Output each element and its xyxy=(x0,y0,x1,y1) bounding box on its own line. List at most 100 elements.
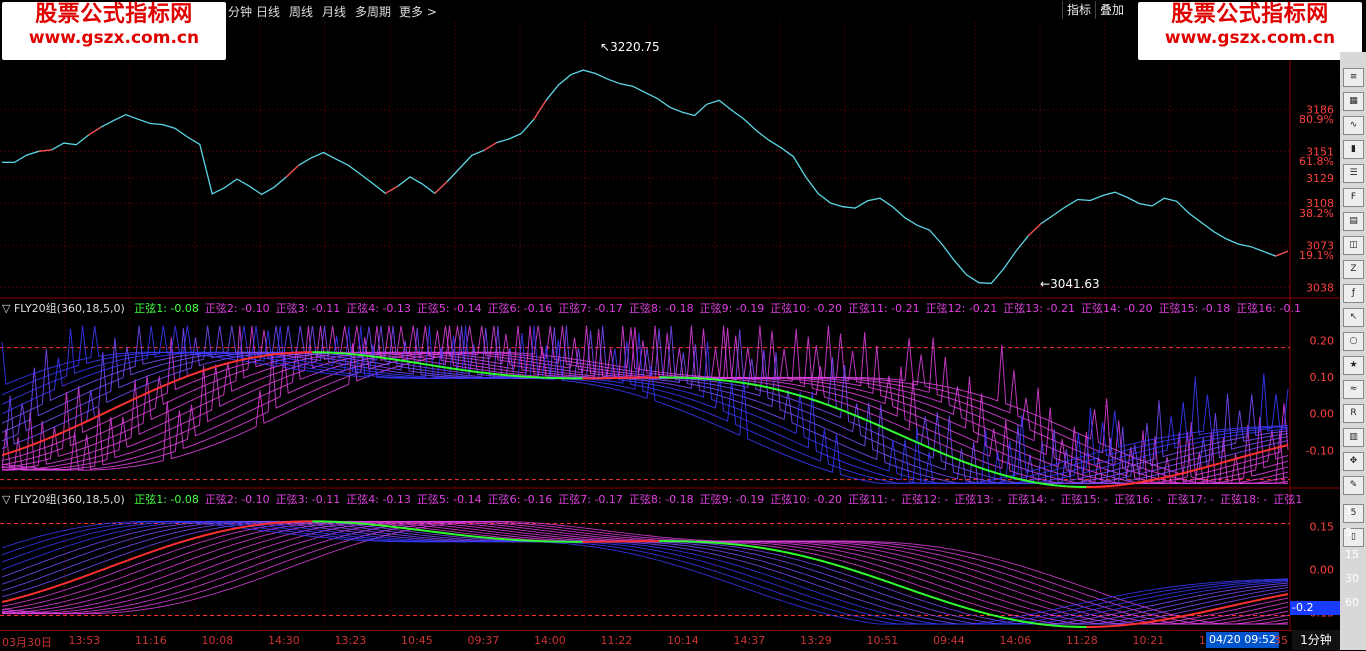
main-sine-line xyxy=(736,382,740,383)
chart-area[interactable]: 318680.9%315161.8%3129310838.2%307319.1%… xyxy=(0,22,1340,630)
timeframe-label[interactable]: 1分钟 xyxy=(1292,630,1340,650)
main-sine-line xyxy=(196,372,200,373)
main-sine-line xyxy=(752,546,756,547)
main-sine-line xyxy=(401,360,405,361)
main-sine-line xyxy=(220,364,224,365)
main-sine-line xyxy=(1167,618,1171,619)
price-axis-label: 3129 xyxy=(1306,172,1334,185)
main-sine-line xyxy=(1151,621,1155,622)
price-uptick xyxy=(385,186,397,193)
period-num[interactable]: 15 xyxy=(1345,548,1359,561)
sine-line xyxy=(2,326,1288,484)
main-sine-line xyxy=(1260,451,1264,452)
main-sine-line xyxy=(67,581,71,582)
line-chart-icon[interactable]: ∿ xyxy=(1343,116,1364,135)
main-sine-line xyxy=(1010,619,1014,620)
main-sine-line xyxy=(107,567,111,569)
main-sine-line xyxy=(183,376,187,378)
search-icon[interactable]: ○ xyxy=(1343,332,1364,351)
main-sine-line xyxy=(957,459,961,461)
main-sine-line xyxy=(159,386,163,388)
bar-icon[interactable]: ▥ xyxy=(1343,428,1364,447)
main-sine-line xyxy=(107,410,111,412)
main-sine-line xyxy=(91,573,95,574)
indicator1-item: 正弦8: -0.18 xyxy=(629,302,694,315)
main-sine-line xyxy=(131,399,135,401)
main-sine-line xyxy=(171,544,175,545)
main-sine-line xyxy=(1006,476,1010,477)
main-sine-line xyxy=(1203,467,1207,468)
main-sine-line xyxy=(788,392,792,393)
main-sine-line xyxy=(974,465,978,466)
watermark-title: 股票公式指标网 xyxy=(2,2,226,28)
main-sine-line xyxy=(1046,484,1050,485)
list-icon[interactable]: ≡ xyxy=(1343,68,1364,87)
grid-icon[interactable]: ▤ xyxy=(1343,212,1364,231)
main-sine-line xyxy=(115,406,119,408)
main-sine-line xyxy=(244,359,248,360)
pen-icon[interactable]: ✎ xyxy=(1343,476,1364,495)
main-sine-line xyxy=(1236,604,1240,605)
bookmark-icon[interactable]: ◫ xyxy=(1343,236,1364,255)
period-num[interactable]: 5 xyxy=(1345,526,1352,539)
main-sine-line xyxy=(208,534,212,535)
price-low-label: ←3041.63 xyxy=(1040,277,1100,291)
main-sine-line xyxy=(373,356,377,357)
price-uptick xyxy=(1028,224,1040,236)
main-sine-line xyxy=(1026,622,1030,623)
time-axis-label: 10:08 xyxy=(202,634,234,647)
main-sine-line xyxy=(1139,482,1143,483)
period-num[interactable]: 1 xyxy=(1345,504,1352,517)
indicator2-item: 正弦14: - xyxy=(1007,493,1054,506)
main-sine-line xyxy=(881,426,885,428)
rsi-icon[interactable]: R xyxy=(1343,404,1364,423)
overlay-button[interactable]: 叠加 xyxy=(1095,1,1128,19)
main-sine-line xyxy=(937,599,941,600)
period-minute[interactable]: 分钟 xyxy=(228,3,252,20)
period-more[interactable]: 更多 > xyxy=(399,3,437,20)
period-week[interactable]: 周线 xyxy=(289,3,313,20)
move-icon[interactable]: ✥ xyxy=(1343,452,1364,471)
indicator1-item: 正弦1: -0.08 xyxy=(134,302,199,315)
main-sine-line xyxy=(792,554,796,555)
main-sine-line xyxy=(865,574,869,575)
f10-icon[interactable]: F xyxy=(1343,188,1364,207)
main-sine-line xyxy=(50,436,54,438)
main-sine-line xyxy=(26,446,30,447)
period-num[interactable]: 30 xyxy=(1345,572,1359,585)
main-sine-line xyxy=(1199,468,1203,469)
period-num[interactable]: 60 xyxy=(1345,596,1359,609)
main-sine-line xyxy=(901,586,905,587)
period-month[interactable]: 月线 xyxy=(322,3,346,20)
main-sine-line xyxy=(1232,605,1236,606)
period-multi[interactable]: 多周期 xyxy=(355,3,391,20)
main-sine-line xyxy=(240,527,244,528)
indicator2-item: 正弦2: -0.10 xyxy=(205,493,270,506)
main-sine-line xyxy=(458,369,462,370)
cursor-icon[interactable]: ↖ xyxy=(1343,308,1364,327)
main-sine-line xyxy=(828,563,832,564)
main-sine-line xyxy=(1260,599,1264,600)
main-sine-line xyxy=(445,367,449,368)
indicator-button[interactable]: 指标 xyxy=(1062,1,1095,19)
news-icon[interactable]: ☰ xyxy=(1343,164,1364,183)
indicator2-item: 正弦12: - xyxy=(901,493,948,506)
candle-icon[interactable]: ▮ xyxy=(1343,140,1364,159)
main-sine-line xyxy=(857,571,861,572)
star-icon[interactable]: ★ xyxy=(1343,356,1364,375)
indicator2-legend: ▽ FLY20组(360,18,5,0) 正弦1: -0.08正弦2: -0.1… xyxy=(2,491,1302,507)
indicator1-item: 正弦12: -0.21 xyxy=(926,302,998,315)
main-sine-line xyxy=(941,453,945,455)
main-sine-line xyxy=(836,565,840,566)
main-sine-line xyxy=(796,555,800,556)
wave-icon[interactable]: ≈ xyxy=(1343,380,1364,399)
main-sine-line xyxy=(929,596,933,597)
period-day[interactable]: 日线 xyxy=(256,3,280,20)
fz-icon[interactable]: Z xyxy=(1343,260,1364,279)
table-icon[interactable]: ▦ xyxy=(1343,92,1364,111)
sine-line xyxy=(2,326,1288,484)
sine-line xyxy=(2,326,1288,484)
main-sine-line xyxy=(433,366,437,367)
formula-icon[interactable]: ƒ xyxy=(1343,284,1364,303)
main-sine-line xyxy=(1195,613,1199,614)
